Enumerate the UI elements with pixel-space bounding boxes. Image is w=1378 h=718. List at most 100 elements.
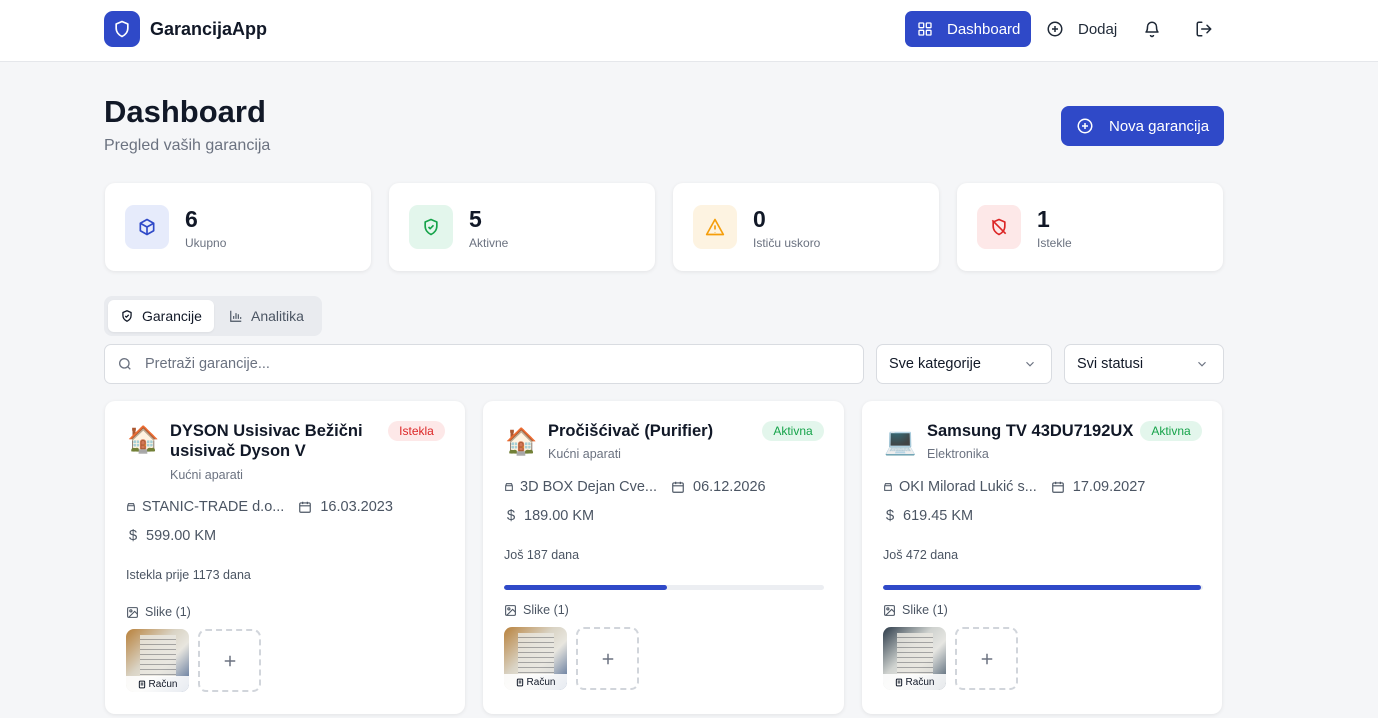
- price-value: 599.00 KM: [146, 527, 217, 544]
- stat-card-expired: 1 Istekle: [957, 183, 1223, 271]
- app-logo[interactable]: [104, 11, 140, 47]
- warranty-title[interactable]: Samsung TV 43DU7192UX: [927, 421, 1133, 441]
- price-row: $ 599.00 KM: [126, 527, 216, 544]
- stat-label: Ukupno: [185, 236, 227, 250]
- receipt-icon: [895, 678, 902, 686]
- stat-value: 0: [753, 206, 766, 232]
- store-icon: [127, 503, 135, 511]
- add-image-button[interactable]: [576, 627, 639, 690]
- warranty-progress-fill: [504, 585, 668, 590]
- warranty-category: Kućni aparati: [170, 468, 243, 482]
- thumbnail-caption: Račun: [126, 676, 189, 692]
- top-navbar: GarancijaApp Dashboard Dodaj: [0, 0, 1378, 62]
- warranty-category: Elektronika: [927, 447, 989, 461]
- thumbnail-caption: Račun: [883, 674, 946, 690]
- store-date-row: OKI Milorad Lukić s... 17.09.2027: [883, 479, 1145, 495]
- image-icon: [127, 606, 138, 618]
- warranty-title[interactable]: DYSON Usisivac Bežični usisivač Dyson V: [170, 421, 363, 461]
- new-warranty-button[interactable]: Nova garancija: [1061, 106, 1224, 146]
- bell-icon: [1145, 21, 1159, 38]
- tab-analytics[interactable]: Analitika: [217, 300, 316, 332]
- receipt-thumbnail[interactable]: Račun: [126, 629, 189, 692]
- search-input[interactable]: [145, 356, 825, 372]
- price-value: 189.00 KM: [524, 507, 595, 524]
- thumbnail-caption-text: Račun: [526, 676, 556, 688]
- purchase-date-value: 17.09.2027: [1072, 479, 1146, 495]
- dollar-icon: $: [506, 507, 516, 524]
- app-name[interactable]: GarancijaApp: [150, 19, 267, 40]
- warranty-title[interactable]: Pročišćivač (Purifier): [548, 421, 713, 441]
- nav-add-label: Dodaj: [1078, 20, 1118, 38]
- plus-icon: [224, 655, 235, 666]
- receipt-icon: [516, 678, 523, 686]
- logout-icon: [1196, 21, 1212, 37]
- page-title: Dashboard: [104, 94, 266, 129]
- dollar-icon: $: [128, 527, 138, 544]
- images-label-text: Slike (1): [902, 603, 948, 617]
- receipt-icon: [138, 680, 145, 688]
- days-remaining: Još 472 dana: [883, 548, 959, 562]
- status-badge: Istekla: [388, 421, 445, 441]
- store-name: STANIC-TRADE d.o...: [142, 499, 285, 515]
- warranty-card[interactable]: 🏠 DYSON Usisivac Bežični usisivač Dyson …: [105, 401, 465, 714]
- stat-card-total: 6 Ukupno: [105, 183, 371, 271]
- chevron-down-icon: [1198, 361, 1206, 367]
- status-select[interactable]: Svi statusi: [1064, 344, 1224, 384]
- category-emoji: 🏠: [127, 425, 160, 455]
- purchase-date-value: 06.12.2026: [693, 479, 766, 495]
- category-emoji: 💻: [884, 427, 917, 457]
- images-label: Slike (1): [504, 603, 569, 617]
- store-date-row: STANIC-TRADE d.o... 16.03.2023: [126, 499, 393, 515]
- receipt-image: [897, 633, 933, 675]
- store-name: 3D BOX Dejan Cve...: [520, 479, 657, 495]
- nav-add-button[interactable]: Dodaj: [1046, 11, 1117, 47]
- receipt-image: [140, 635, 176, 677]
- price-row: $ 189.00 KM: [504, 507, 594, 524]
- warranty-progress-bar: [883, 585, 1203, 590]
- warranty-progress-bar: [504, 585, 824, 590]
- notifications-button[interactable]: [1143, 20, 1161, 38]
- logout-button[interactable]: [1195, 20, 1213, 38]
- chevron-down-icon: [1026, 361, 1034, 367]
- store-name: OKI Milorad Lukić s...: [899, 479, 1037, 495]
- receipt-thumbnail[interactable]: Račun: [883, 627, 946, 690]
- purchase-date: 17.09.2027: [1051, 479, 1146, 495]
- shield-icon: [115, 20, 129, 38]
- stat-icon-wrap: [693, 205, 737, 249]
- nav-dashboard-button[interactable]: Dashboard: [905, 11, 1031, 47]
- purchase-date: 16.03.2023: [298, 499, 393, 515]
- calendar-icon: [672, 481, 684, 493]
- price-value: 619.45 KM: [903, 507, 974, 524]
- tab-warranties-label: Garancije: [142, 308, 202, 324]
- status-select-value: Svi statusi: [1077, 356, 1144, 372]
- add-image-button[interactable]: [955, 627, 1018, 690]
- thumbnail-caption-text: Račun: [148, 678, 178, 690]
- images-label-text: Slike (1): [523, 603, 569, 617]
- stat-value: 5: [469, 206, 482, 232]
- stat-label: Istekle: [1037, 236, 1072, 250]
- category-select[interactable]: Sve kategorije: [876, 344, 1052, 384]
- warranty-card[interactable]: 💻 Samsung TV 43DU7192UX Elektronika Akti…: [862, 401, 1222, 714]
- warranty-category: Kućni aparati: [548, 447, 621, 461]
- images-label: Slike (1): [883, 603, 948, 617]
- new-warranty-label: Nova garancija: [1109, 117, 1210, 135]
- plus-icon: [602, 653, 613, 664]
- price-row: $ 619.45 KM: [883, 507, 973, 524]
- store-icon: [505, 483, 513, 491]
- dollar-icon: $: [885, 507, 895, 524]
- tab-analytics-label: Analitika: [251, 308, 304, 324]
- receipt-thumbnail[interactable]: Račun: [504, 627, 567, 690]
- days-remaining: Još 187 dana: [504, 548, 580, 562]
- warranty-title-line: usisivač Dyson V: [170, 442, 306, 460]
- shield-off-icon: [991, 218, 1007, 236]
- stat-icon-wrap: [409, 205, 453, 249]
- warranty-card[interactable]: 🏠 Pročišćivač (Purifier) Kućni aparati A…: [483, 401, 844, 714]
- images-label-text: Slike (1): [145, 605, 191, 619]
- add-image-button[interactable]: [198, 629, 261, 692]
- page-subtitle: Pregled vaših garancija: [104, 137, 271, 154]
- store-date-row: 3D BOX Dejan Cve... 06.12.2026: [504, 479, 766, 495]
- warranty-title-line: DYSON Usisivac Bežični: [170, 422, 363, 440]
- category-emoji: 🏠: [505, 427, 538, 457]
- thumbnail-caption-text: Račun: [905, 676, 935, 688]
- tab-warranties[interactable]: Garancije: [108, 300, 214, 332]
